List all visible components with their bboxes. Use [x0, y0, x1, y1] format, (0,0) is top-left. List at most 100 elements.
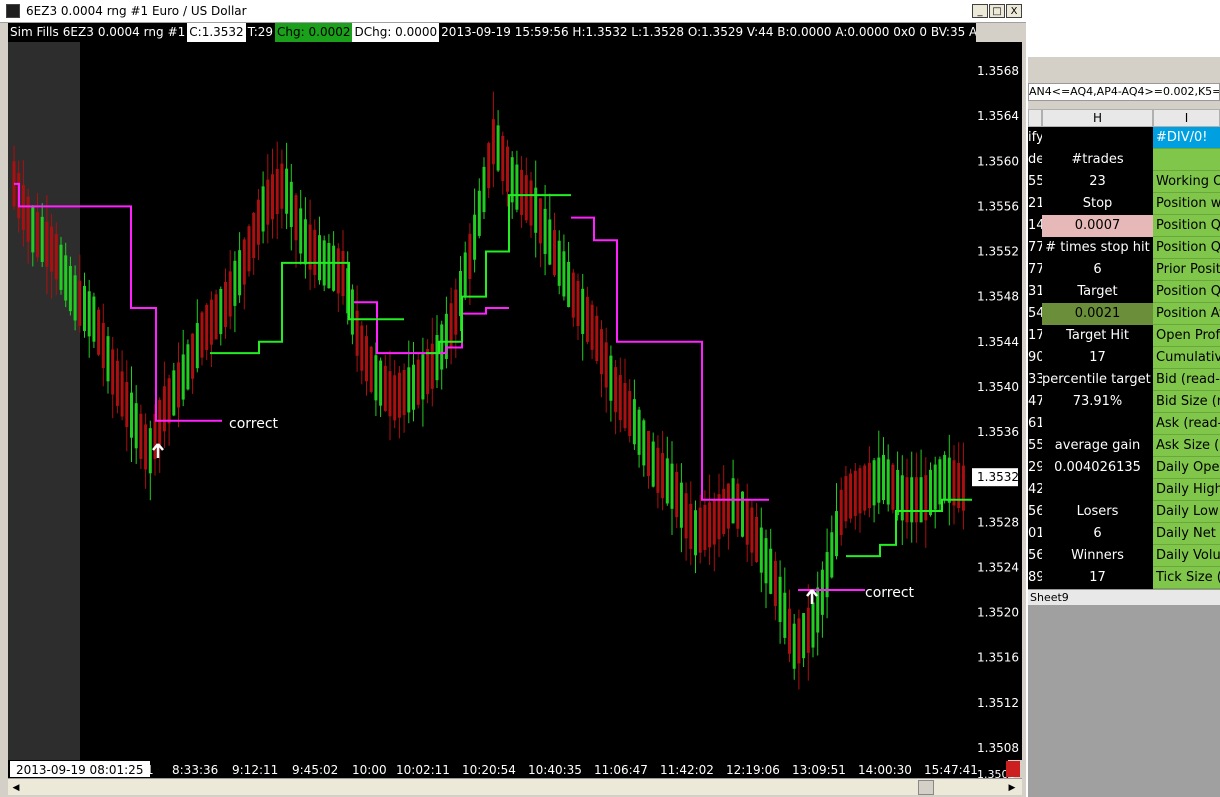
cell-h[interactable]: 6: [1042, 259, 1153, 281]
candle-body: [186, 344, 190, 390]
formula-bar[interactable]: AN4<=AQ4,AP4-AQ4>=0.002,K5=FALSE: [1028, 83, 1220, 101]
cell-g[interactable]: ify: [1028, 127, 1042, 149]
cell-i[interactable]: Prior Positi: [1153, 259, 1220, 281]
cell-g[interactable]: 17: [1028, 325, 1042, 347]
scroll-thumb[interactable]: [918, 780, 934, 795]
cell-i[interactable]: Daily Low (: [1153, 501, 1220, 523]
cell-h[interactable]: Winners: [1042, 545, 1153, 567]
candle-body: [172, 370, 176, 416]
cell-h[interactable]: 0.0007: [1042, 215, 1153, 237]
time-tick-label: 14:00:30: [858, 763, 912, 777]
cell-g[interactable]: 77: [1028, 237, 1042, 259]
cell-g[interactable]: 61: [1028, 413, 1042, 435]
cell-g[interactable]: 47: [1028, 391, 1042, 413]
horizontal-scrollbar[interactable]: ◀ ▶: [8, 778, 1022, 795]
candle-body: [134, 403, 138, 449]
cell-g[interactable]: 29: [1028, 457, 1042, 479]
cell-i[interactable]: Daily Volu: [1153, 545, 1220, 567]
cell-i[interactable]: Daily High: [1153, 479, 1220, 501]
cell-g[interactable]: 56: [1028, 545, 1042, 567]
sheet-tab[interactable]: Sheet9: [1028, 589, 1220, 605]
time-tick-label: 8:33:36: [172, 763, 218, 777]
candle-body: [952, 460, 956, 506]
column-header-i[interactable]: I: [1153, 109, 1220, 127]
candle-body: [802, 613, 806, 659]
cell-i[interactable]: Ask (read-c: [1153, 413, 1220, 435]
candle-body: [957, 462, 961, 509]
candle-body: [571, 272, 575, 318]
price-tick-label: 1.3568: [977, 64, 1019, 78]
column-header-g[interactable]: [1028, 109, 1042, 127]
cell-h[interactable]: 23: [1042, 171, 1153, 193]
time-tick-label: 9:45:02: [292, 763, 338, 777]
cell-h[interactable]: [1042, 127, 1153, 149]
cell-g[interactable]: 31: [1028, 281, 1042, 303]
cell-h[interactable]: #trades: [1042, 149, 1153, 171]
cell-h[interactable]: percentile target hit: [1042, 369, 1153, 391]
cell-i[interactable]: Ask Size (re: [1153, 435, 1220, 457]
candle-body: [867, 462, 871, 509]
column-header-h[interactable]: H: [1042, 109, 1153, 127]
cell-i[interactable]: Position w: [1153, 193, 1220, 215]
candle-body: [656, 447, 660, 493]
cell-i[interactable]: Position Q: [1153, 237, 1220, 259]
candle-body: [83, 285, 86, 332]
cell-h[interactable]: average gain: [1042, 435, 1153, 457]
candle-body: [604, 342, 608, 388]
cell-i[interactable]: #DIV/0!: [1153, 127, 1220, 149]
cell-i[interactable]: Daily Net (: [1153, 523, 1220, 545]
cell-g[interactable]: 21: [1028, 193, 1042, 215]
cell-h[interactable]: # times stop hit: [1042, 237, 1153, 259]
cell-g[interactable]: 55: [1028, 435, 1042, 457]
cell-g[interactable]: 14: [1028, 215, 1042, 237]
cell-g[interactable]: 33: [1028, 369, 1042, 391]
cell-h[interactable]: [1042, 479, 1153, 501]
cell-h[interactable]: [1042, 413, 1153, 435]
cell-i[interactable]: Working O: [1153, 171, 1220, 193]
cell-h[interactable]: 17: [1042, 347, 1153, 369]
cell-i[interactable]: Position Av: [1153, 303, 1220, 325]
cell-i[interactable]: Bid (read-c: [1153, 369, 1220, 391]
candle-body: [402, 369, 406, 416]
candle-body: [294, 195, 298, 241]
cell-i[interactable]: Bid Size (re: [1153, 391, 1220, 413]
cell-g[interactable]: 77: [1028, 259, 1042, 281]
cell-h[interactable]: 0.004026135: [1042, 457, 1153, 479]
cell-g[interactable]: 01: [1028, 523, 1042, 545]
candle-body: [567, 261, 571, 308]
candle-body: [26, 196, 30, 242]
cell-i[interactable]: Tick Size (r: [1153, 567, 1220, 589]
price-tick-label: 1.3508: [977, 741, 1019, 755]
cell-g[interactable]: 56: [1028, 501, 1042, 523]
cell-h[interactable]: 73.91%: [1042, 391, 1153, 413]
scroll-right-icon[interactable]: ▶: [1006, 781, 1018, 793]
price-tick-label: 1.3544: [977, 335, 1019, 349]
cell-h[interactable]: Target: [1042, 281, 1153, 303]
candle-body: [407, 367, 411, 413]
cell-h[interactable]: Target Hit: [1042, 325, 1153, 347]
cell-h[interactable]: 6: [1042, 523, 1153, 545]
candle-body: [886, 459, 890, 505]
cell-h[interactable]: 17: [1042, 567, 1153, 589]
scroll-left-icon[interactable]: ◀: [10, 781, 22, 793]
cell-g[interactable]: des: [1028, 149, 1042, 171]
cell-i[interactable]: Position Q: [1153, 281, 1220, 303]
candle-body: [849, 473, 853, 519]
cell-g[interactable]: 90: [1028, 347, 1042, 369]
cell-i[interactable]: Open Profi: [1153, 325, 1220, 347]
cell-i[interactable]: Position Q: [1153, 215, 1220, 237]
cell-h[interactable]: 0.0021: [1042, 303, 1153, 325]
cell-h[interactable]: Losers: [1042, 501, 1153, 523]
cell-g[interactable]: 55: [1028, 171, 1042, 193]
cell-i[interactable]: [1153, 149, 1220, 171]
cell-g[interactable]: 42: [1028, 479, 1042, 501]
cell-i[interactable]: Cumulative: [1153, 347, 1220, 369]
candle-body: [87, 291, 91, 337]
cell-i[interactable]: Daily Open: [1153, 457, 1220, 479]
candle-body: [45, 221, 49, 267]
cell-h[interactable]: Stop: [1042, 193, 1153, 215]
cell-g[interactable]: 89: [1028, 567, 1042, 589]
candle-body: [318, 235, 321, 281]
cell-g[interactable]: 54: [1028, 303, 1042, 325]
candle-body: [115, 360, 119, 406]
